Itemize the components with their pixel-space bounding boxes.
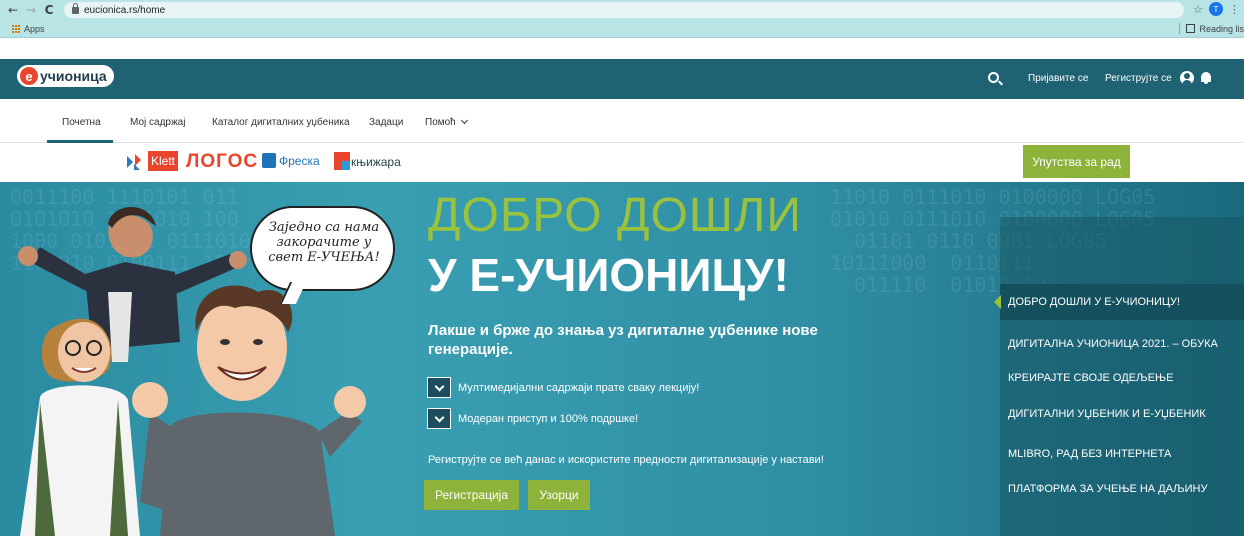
- forward-icon[interactable]: →: [22, 3, 40, 17]
- side-menu-item-welcome[interactable]: ДОБРО ДОШЛИ У Е-УЧИОНИЦУ!: [1008, 296, 1180, 308]
- feature-text: Модеран приступ и 100% подршке!: [458, 412, 639, 425]
- nav-item-help-label: Помоћ: [425, 117, 456, 128]
- site-header: e учионица Пријавите се Региструјте се: [0, 59, 1244, 99]
- feature-item: Модеран приступ и 100% подршке!: [427, 408, 638, 429]
- side-menu-item-training[interactable]: ДИГИТАЛНА УЧИОНИЦА 2021. – ОБУКА: [1008, 338, 1218, 350]
- browser-menu-icon[interactable]: ⋮: [1229, 3, 1240, 16]
- reload-icon[interactable]: C: [40, 3, 58, 17]
- apps-icon[interactable]: [12, 24, 20, 33]
- nav-item-my-content[interactable]: Мој садржај: [130, 117, 185, 128]
- bookmarks-bar: Apps Reading lis: [0, 20, 1244, 38]
- partner-bar: Klett ЛОГОС Фреска књижара Упутства за р…: [0, 143, 1244, 181]
- hero-title-line2: У Е-УЧИОНИЦУ!: [428, 249, 789, 301]
- hero-title-line1: ДОБРО ДОШЛИ: [428, 189, 802, 242]
- register-link[interactable]: Региструјте се: [1105, 73, 1172, 84]
- hero-subtitle: Лакше и брже до знања уз дигиталне уџбен…: [428, 322, 818, 358]
- site-logo[interactable]: e учионица: [17, 65, 114, 87]
- browser-actions: ☆ T ⋮: [1193, 2, 1240, 16]
- feature-item: Мултимедијални садржаји прате сваку лекц…: [427, 377, 699, 398]
- apps-bookmark[interactable]: Apps: [24, 24, 45, 34]
- reading-list-label: Reading lis: [1199, 23, 1244, 34]
- bell-icon[interactable]: [1201, 72, 1211, 84]
- chevron-down-icon: [460, 116, 468, 125]
- samples-button[interactable]: Узорци: [528, 480, 590, 510]
- nav-item-help[interactable]: Помоћ: [425, 116, 468, 128]
- nav-item-home[interactable]: Почетна: [62, 117, 101, 128]
- logos-logo[interactable]: ЛОГОС: [186, 151, 258, 173]
- side-menu-item-digital-textbook[interactable]: ДИГИТАЛНИ УЏБЕНИК И Е-УЏБЕНИК: [1008, 408, 1206, 420]
- search-icon[interactable]: [988, 72, 999, 83]
- klett-logo-icon: [127, 154, 141, 170]
- side-menu-item-create-class[interactable]: КРЕИРАЈТЕ СВОЈЕ ОДЕЉЕЊЕ: [1008, 372, 1173, 384]
- knjizara-logo[interactable]: књижара: [351, 155, 401, 169]
- nav-item-catalog[interactable]: Каталог дигиталних уџбеника: [212, 117, 350, 128]
- feature-text: Мултимедијални садржаји прате сваку лекц…: [458, 381, 700, 394]
- user-guide-button[interactable]: Упутства за рад: [1023, 145, 1130, 178]
- user-icon[interactable]: [1180, 71, 1194, 85]
- logo-e-mark: e: [20, 67, 38, 85]
- side-menu: ДОБРО ДОШЛИ У Е-УЧИОНИЦУ! ДИГИТАЛНА УЧИО…: [994, 217, 1244, 536]
- knjizara-logo-icon: [334, 152, 350, 170]
- browser-toolbar: ← → C eucionica.rs/home ☆ T ⋮: [0, 0, 1244, 20]
- freska-logo-icon: [262, 153, 276, 168]
- lock-icon: [72, 2, 79, 14]
- separator: [1179, 23, 1181, 34]
- login-link[interactable]: Пријавите се: [1028, 73, 1088, 84]
- side-menu-item-distance-learning[interactable]: ПЛАТФОРМА ЗА УЧЕЊЕ НА ДАЉИНУ: [1008, 483, 1207, 495]
- star-icon[interactable]: ☆: [1193, 3, 1203, 16]
- address-bar[interactable]: eucionica.rs/home: [64, 2, 1184, 18]
- logo-text: учионица: [40, 68, 107, 84]
- chevron-down-icon[interactable]: [427, 377, 451, 398]
- klett-logo[interactable]: Klett: [148, 151, 179, 171]
- reading-list-icon: [1186, 24, 1196, 33]
- chevron-down-icon[interactable]: [427, 408, 451, 429]
- nav-item-tasks[interactable]: Задаци: [369, 117, 403, 128]
- back-icon[interactable]: ←: [4, 3, 22, 17]
- url-text: eucionica.rs/home: [84, 4, 166, 16]
- reading-list-button[interactable]: Reading lis: [1179, 23, 1244, 34]
- register-button[interactable]: Регистрација: [424, 480, 519, 510]
- profile-avatar[interactable]: T: [1209, 2, 1223, 16]
- side-menu-item-mlibro[interactable]: MLIBRO, РАД БЕЗ ИНТЕРНЕТА: [1008, 448, 1171, 460]
- hero-banner: 0011100 1110101 011 0101010 1111010 100 …: [0, 182, 1244, 536]
- main-nav: Почетна Мој садржај Каталог дигиталних у…: [0, 99, 1244, 143]
- cta-text: Региструјте се већ данас и искористите п…: [428, 454, 824, 466]
- active-arrow-icon: [994, 295, 1001, 309]
- speech-bubble-text: Заједно са нама закорачите у свет Е-УЧЕЊ…: [268, 220, 380, 265]
- freska-logo[interactable]: Фреска: [279, 154, 320, 168]
